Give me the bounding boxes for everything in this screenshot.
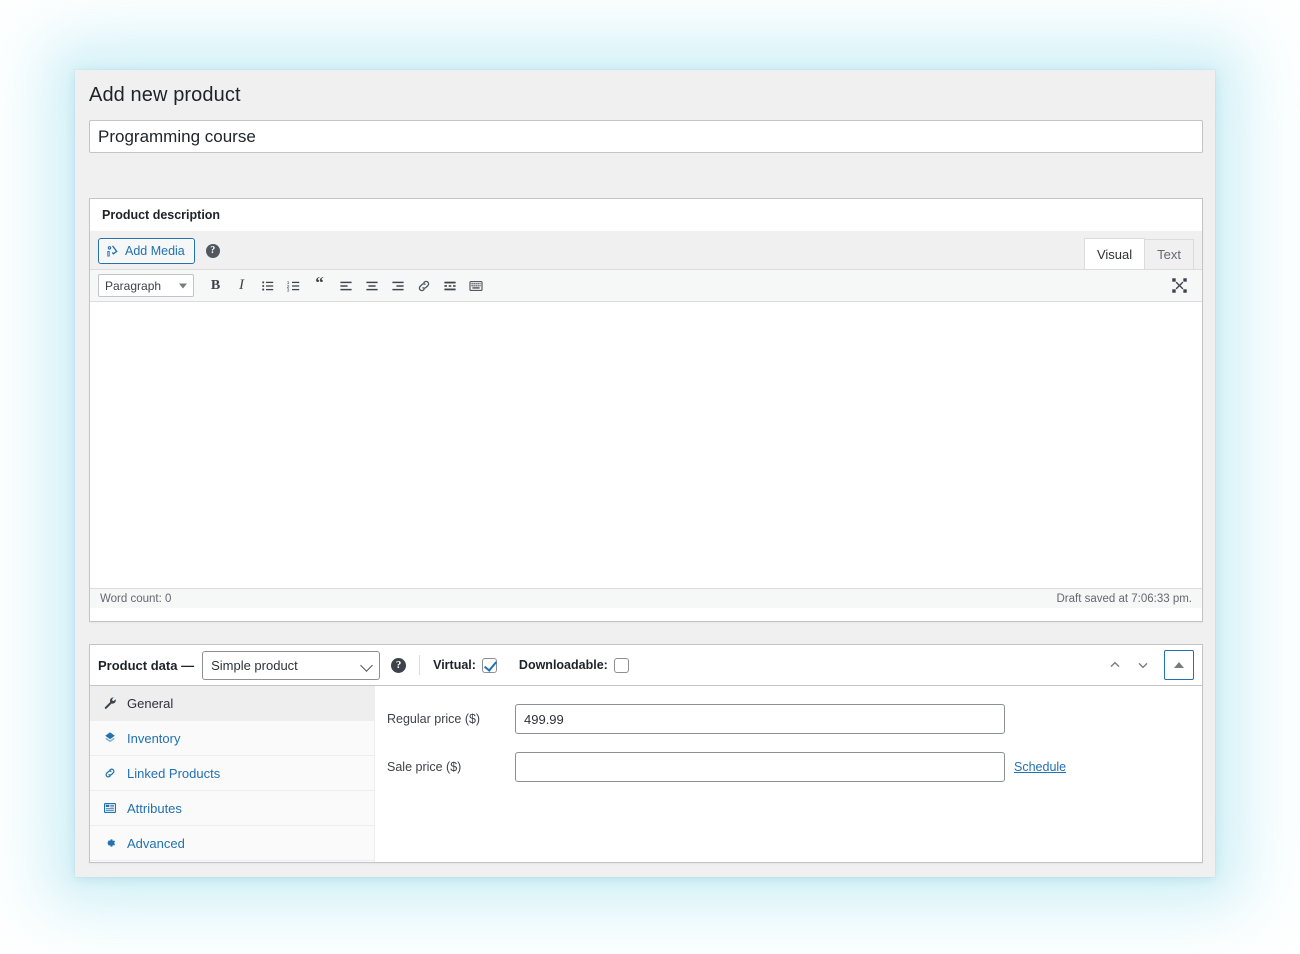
distraction-free-mode-icon[interactable]: [1167, 274, 1192, 298]
product-type-value: Simple product: [211, 657, 298, 673]
tab-linked-products[interactable]: Linked Products: [90, 756, 374, 791]
editor-statusbar: Word count: 0 Draft saved at 7:06:33 pm.: [90, 588, 1202, 608]
product-data-label: Product data —: [98, 657, 195, 673]
archive-icon: [102, 731, 118, 745]
page-title: Add new product: [89, 84, 241, 106]
tab-inventory-label: Inventory: [127, 730, 181, 746]
tab-text[interactable]: Text: [1144, 239, 1194, 270]
virtual-checkbox[interactable]: [481, 657, 497, 673]
editor-mode-tabs: Visual Text: [1083, 238, 1194, 270]
bullet-list-icon[interactable]: [255, 274, 280, 298]
table-icon: [102, 801, 118, 815]
sale-price-label: Sale price ($): [387, 760, 462, 774]
tab-visual[interactable]: Visual: [1083, 238, 1146, 270]
tab-advanced-label: Advanced: [127, 835, 185, 851]
paragraph-format-select[interactable]: Paragraph: [98, 274, 194, 297]
regular-price-row: Regular price ($): [375, 704, 1202, 734]
align-left-icon[interactable]: [333, 274, 358, 298]
camera-icon: [106, 244, 120, 258]
general-tab-fields: Regular price ($) Sale price ($) Schedul…: [375, 686, 1202, 862]
tab-general-label: General: [127, 695, 174, 711]
product-data-body: General Inventory Linked Products Attrib…: [90, 686, 1202, 862]
tab-general[interactable]: General: [90, 686, 374, 721]
insert-link-icon[interactable]: [411, 274, 436, 298]
sale-price-input[interactable]: [515, 752, 1005, 782]
product-type-select[interactable]: Simple product: [202, 650, 381, 680]
downloadable-label: Downloadable:: [518, 658, 608, 672]
admin-page-card: Add new product Product description: [75, 70, 1215, 877]
add-media-button[interactable]: Add Media: [98, 238, 195, 264]
downloadable-checkbox-group[interactable]: Downloadable:: [518, 657, 629, 673]
tab-advanced[interactable]: Advanced: [90, 826, 374, 861]
product-description-title: Product description: [102, 208, 221, 222]
move-up-button[interactable]: [1102, 652, 1128, 678]
help-icon[interactable]: ?: [391, 657, 407, 673]
downloadable-checkbox[interactable]: [613, 657, 629, 673]
product-data-header: Product data — Simple product ? Virtual:…: [90, 645, 1202, 686]
regular-price-input[interactable]: [515, 704, 1005, 734]
chevron-down-icon: [360, 658, 373, 672]
product-title-input[interactable]: [89, 120, 1203, 153]
product-description-header: Product description: [90, 199, 1202, 232]
tab-attributes[interactable]: Attributes: [90, 791, 374, 826]
product-title-field-wrap: [89, 120, 1203, 153]
virtual-label: Virtual:: [433, 658, 476, 672]
tab-attributes-label: Attributes: [127, 800, 182, 816]
gear-icon: [102, 836, 118, 850]
word-count-label: Word count: 0: [100, 592, 172, 605]
align-center-icon[interactable]: [359, 274, 384, 298]
italic-icon[interactable]: I: [229, 274, 254, 298]
toolbar-toggle-icon[interactable]: [463, 274, 488, 298]
paragraph-format-value: Paragraph: [105, 278, 162, 293]
blockquote-icon[interactable]: “: [307, 274, 332, 298]
help-icon[interactable]: ?: [205, 244, 220, 258]
regular-price-label: Regular price ($): [387, 712, 481, 726]
chevron-down-icon: [179, 283, 187, 288]
product-data-panel: Product data — Simple product ? Virtual:…: [89, 644, 1203, 863]
sale-price-row: Sale price ($) Schedule: [375, 752, 1202, 782]
screenshot-root: Add new product Product description: [0, 0, 1300, 954]
draft-saved-label: Draft saved at 7:06:33 pm.: [1056, 592, 1192, 605]
tab-linked-products-label: Linked Products: [127, 765, 221, 781]
move-down-button[interactable]: [1130, 652, 1156, 678]
wrench-icon: [102, 696, 118, 710]
triangle-up-icon: [1174, 662, 1184, 668]
svg-text:3: 3: [286, 287, 289, 293]
schedule-link[interactable]: Schedule: [1014, 760, 1066, 774]
bold-icon[interactable]: B: [203, 274, 228, 298]
virtual-checkbox-group[interactable]: Virtual:: [433, 657, 497, 673]
align-right-icon[interactable]: [385, 274, 410, 298]
panel-actions: [1102, 650, 1194, 680]
numbered-list-icon[interactable]: 1 2 3: [281, 274, 306, 298]
editor-media-bar: Add Media ? Visual Text: [90, 232, 1202, 270]
editor-format-toolbar: Paragraph B I 1 2 3 “: [90, 269, 1202, 302]
tab-inventory[interactable]: Inventory: [90, 721, 374, 756]
product-description-panel: Product description Add Media ? Visual T…: [89, 198, 1203, 622]
editor-content-area[interactable]: [90, 302, 1202, 588]
read-more-icon[interactable]: [437, 274, 462, 298]
product-data-tabs: General Inventory Linked Products Attrib…: [90, 686, 375, 862]
link-icon: [102, 766, 118, 780]
divider: [419, 655, 421, 675]
add-media-label: Add Media: [125, 244, 185, 258]
toggle-panel-button[interactable]: [1164, 650, 1194, 680]
